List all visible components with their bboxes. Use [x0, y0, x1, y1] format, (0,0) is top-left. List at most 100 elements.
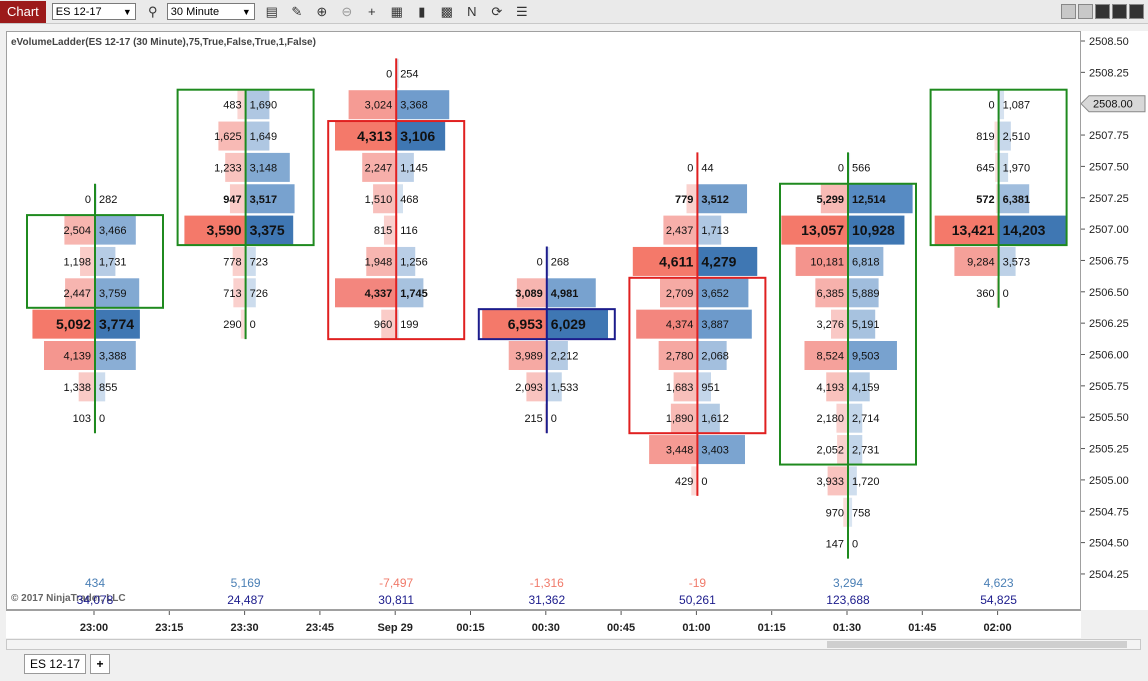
window-gray-icon[interactable] [1078, 4, 1093, 19]
volume-ladder-bar: 0 282 2,504 3,466 1,198 1,731 2,447 3,759 5,092 3… [26, 183, 164, 607]
bid-volume-label: 9,284 [967, 256, 995, 268]
current-price-label: 2508.00 [1093, 99, 1133, 111]
close-icon[interactable] [1129, 4, 1144, 19]
interval-selector[interactable]: 30 Minute ▼ [166, 3, 255, 20]
crosshair-icon[interactable]: + [364, 4, 380, 19]
ask-volume-label: 1,533 [551, 382, 579, 394]
minimize-icon[interactable] [1095, 4, 1110, 19]
strategies-icon[interactable]: ▩ [439, 4, 455, 20]
bottom-tab-bar: ES 12-17 + [0, 650, 1148, 681]
ask-volume-label: 5,191 [852, 319, 880, 331]
ask-volume-label: 1,690 [250, 100, 278, 112]
interval-value: 30 Minute [170, 5, 220, 18]
ask-volume-label: 6,029 [551, 316, 586, 332]
ask-volume-label: 1,145 [400, 162, 428, 174]
time-label: 23:15 [155, 622, 183, 634]
bid-volume-label: 815 [374, 225, 392, 237]
bid-volume-label: 0 [386, 68, 392, 80]
ask-volume-label: 0 [99, 413, 105, 425]
bid-volume-label: 3,590 [207, 222, 242, 238]
bid-volume-label: 360 [976, 288, 994, 300]
time-axis[interactable]: 23:00 23:15 23:30 23:45 Sep 29 00:15 00:30 00:4… [6, 610, 1081, 638]
bid-volume-label: 1,198 [63, 256, 91, 268]
chart-menu-button[interactable]: Chart [0, 0, 46, 23]
volume-total-label: 34,078 [77, 593, 114, 607]
ask-volume-label: 6,381 [1003, 194, 1031, 206]
window-gray-icon[interactable] [1061, 4, 1076, 19]
bid-volume-label: 2,709 [666, 288, 694, 300]
search-icon[interactable]: ⚲ [145, 4, 161, 20]
bid-volume-label: 0 [838, 162, 844, 174]
price-label: 2507.75 [1089, 130, 1129, 142]
ask-volume-label: 951 [701, 382, 719, 394]
price-label: 2504.25 [1089, 569, 1129, 581]
bid-volume-label: 0 [988, 100, 994, 112]
ask-volume-label: 44 [701, 162, 713, 174]
ask-volume-label: 1,745 [400, 288, 428, 300]
bid-volume-label: 13,057 [801, 222, 844, 238]
ask-volume-label: 1,720 [852, 476, 880, 488]
bid-volume-label: 970 [826, 507, 844, 519]
price-label: 2505.00 [1089, 475, 1129, 487]
price-label: 2507.25 [1089, 193, 1129, 205]
delta-label: -1,316 [530, 576, 564, 590]
time-label: 00:15 [456, 622, 484, 634]
draw-pencil-icon[interactable]: ✎ [289, 4, 305, 20]
bid-volume-label: 3,989 [515, 351, 543, 363]
volume-ladder-bar: 483 1,690 1,625 1,649 1,233 3,148 947 3,517 3,59… [176, 88, 315, 607]
bar-type-icon[interactable]: ▤ [264, 4, 280, 20]
time-label: Sep 29 [377, 622, 412, 634]
bid-volume-label: 1,510 [365, 194, 393, 206]
drawing-tools-icon[interactable]: N [464, 4, 480, 19]
restore-icon[interactable] [1112, 4, 1127, 19]
time-label: 01:45 [908, 622, 936, 634]
bid-volume-label: 0 [687, 162, 693, 174]
price-label: 2506.50 [1089, 287, 1129, 299]
bid-volume-label: 8,524 [816, 351, 844, 363]
ask-volume-label: 0 [701, 476, 707, 488]
price-label: 2504.50 [1089, 538, 1129, 550]
zoom-in-icon[interactable]: ⊕ [314, 4, 330, 20]
ask-volume-label: 758 [852, 507, 870, 519]
bid-volume-label: 2,247 [365, 162, 393, 174]
delta-label: 434 [85, 576, 105, 590]
indicators-icon[interactable]: ▮ [414, 4, 430, 20]
tab-es-12-17[interactable]: ES 12-17 [24, 654, 86, 674]
zoom-out-icon[interactable]: ⊖ [339, 4, 355, 20]
ask-volume-label: 3,512 [701, 194, 729, 206]
bid-volume-label: 960 [374, 319, 392, 331]
price-label: 2505.50 [1089, 412, 1129, 424]
volume-ladder-bar: 0 44 779 3,512 2,437 1,713 4,611 4,279 2,709 3,65… [628, 152, 767, 607]
price-label: 2506.00 [1089, 350, 1129, 362]
ask-volume-label: 199 [400, 319, 418, 331]
bid-volume-label: 4,374 [666, 319, 694, 331]
bid-volume-label: 4,337 [365, 288, 393, 300]
scrollbar-thumb[interactable] [827, 641, 1127, 648]
price-label: 2504.75 [1089, 506, 1129, 518]
price-label: 2508.25 [1089, 67, 1129, 79]
delta-label: 5,169 [231, 576, 261, 590]
properties-icon[interactable]: ☰ [514, 4, 530, 20]
ask-volume-label: 1,087 [1003, 100, 1031, 112]
volume-total-label: 50,261 [679, 593, 716, 607]
time-label: 01:00 [682, 622, 710, 634]
bid-volume-label: 290 [223, 319, 241, 331]
bid-volume-label: 713 [223, 288, 241, 300]
add-tab-button[interactable]: + [90, 654, 110, 674]
bid-volume-label: 10,181 [810, 256, 844, 268]
volume-ladder-bar: 0 1,087 819 2,510 645 1,970 572 6,381 13,421 14,2… [929, 88, 1068, 607]
bid-volume-label: 2,447 [63, 288, 91, 300]
horizontal-scrollbar[interactable] [6, 639, 1141, 650]
bid-volume-label: 0 [537, 256, 543, 268]
ask-volume-label: 12,514 [852, 194, 887, 206]
chart-panel[interactable]: eVolumeLadder(ES 12-17 (30 Minute),75,Tr… [6, 31, 1081, 610]
data-box-icon[interactable]: ▦ [389, 4, 405, 20]
price-axis[interactable]: 2508.50 2508.25 2508.00 2507.75 2507.50 2507.… [1080, 31, 1148, 610]
refresh-icon[interactable]: ⟳ [489, 4, 505, 20]
bid-volume-label: 1,233 [214, 162, 242, 174]
instrument-selector[interactable]: ES 12-17 ▼ [51, 3, 136, 20]
price-label: 2506.25 [1089, 318, 1129, 330]
ask-volume-label: 855 [99, 382, 117, 394]
ask-volume-label: 10,928 [852, 222, 895, 238]
price-label: 2505.75 [1089, 381, 1129, 393]
